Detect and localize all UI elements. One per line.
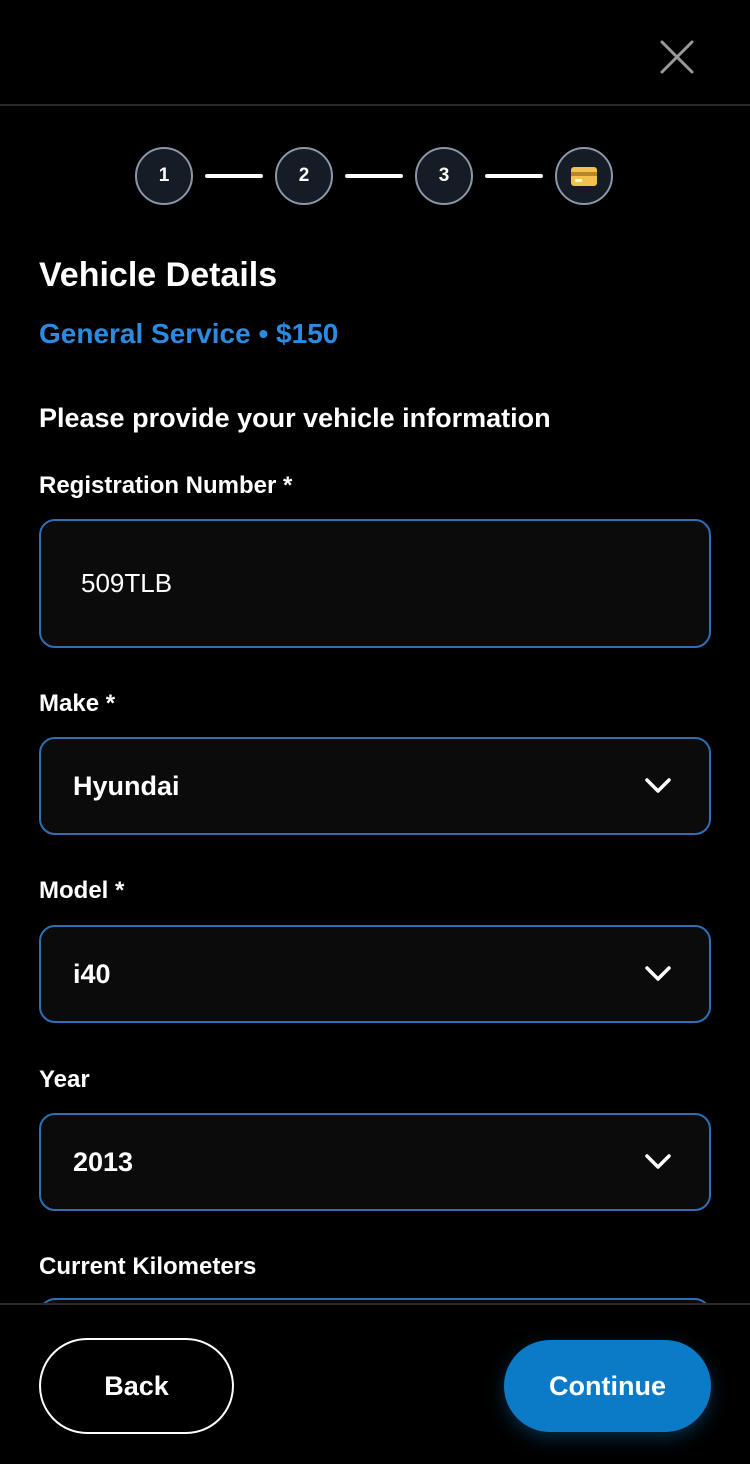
top-bar (0, 0, 750, 106)
year-value: 2013 (73, 1146, 134, 1177)
step-1: 1 (135, 147, 193, 205)
form-intro: Please provide your vehicle information (39, 403, 551, 433)
step-2-label: 2 (298, 165, 310, 186)
make-label: Make * (39, 690, 116, 717)
step-3: 3 (415, 147, 473, 205)
registration-input[interactable] (39, 519, 711, 648)
step-connector (345, 174, 403, 178)
step-1-label: 1 (158, 165, 170, 186)
model-value: i40 (73, 958, 111, 989)
service-subtitle: General Service • $150 (39, 318, 339, 349)
model-label: Model * (39, 877, 125, 904)
page-title: Vehicle Details (39, 256, 278, 294)
step-3-label: 3 (438, 165, 450, 186)
continue-button[interactable]: Continue (504, 1340, 711, 1432)
year-select[interactable]: 2013 (39, 1113, 711, 1211)
step-2: 2 (275, 147, 333, 205)
chevron-down-icon (643, 964, 673, 984)
progress-stepper: 1 2 3 (135, 147, 613, 205)
make-select[interactable]: Hyundai (39, 737, 711, 835)
step-payment (555, 147, 613, 205)
credit-card-icon (571, 166, 597, 186)
make-value: Hyundai (73, 770, 180, 801)
back-button[interactable]: Back (39, 1338, 234, 1434)
year-label: Year (39, 1066, 90, 1093)
chevron-down-icon (643, 1152, 673, 1172)
vehicle-details-screen: 1 2 3 Vehicle Details General Service • … (0, 0, 750, 1464)
chevron-down-icon (643, 776, 673, 796)
registration-label: Registration Number * (39, 472, 293, 499)
kilometers-label: Current Kilometers (39, 1253, 257, 1280)
close-button[interactable] (652, 32, 702, 82)
footer-actions: Back Continue (0, 1303, 750, 1464)
model-select[interactable]: i40 (39, 925, 711, 1023)
step-connector (205, 174, 263, 178)
step-connector (485, 174, 543, 178)
close-icon (660, 40, 694, 74)
